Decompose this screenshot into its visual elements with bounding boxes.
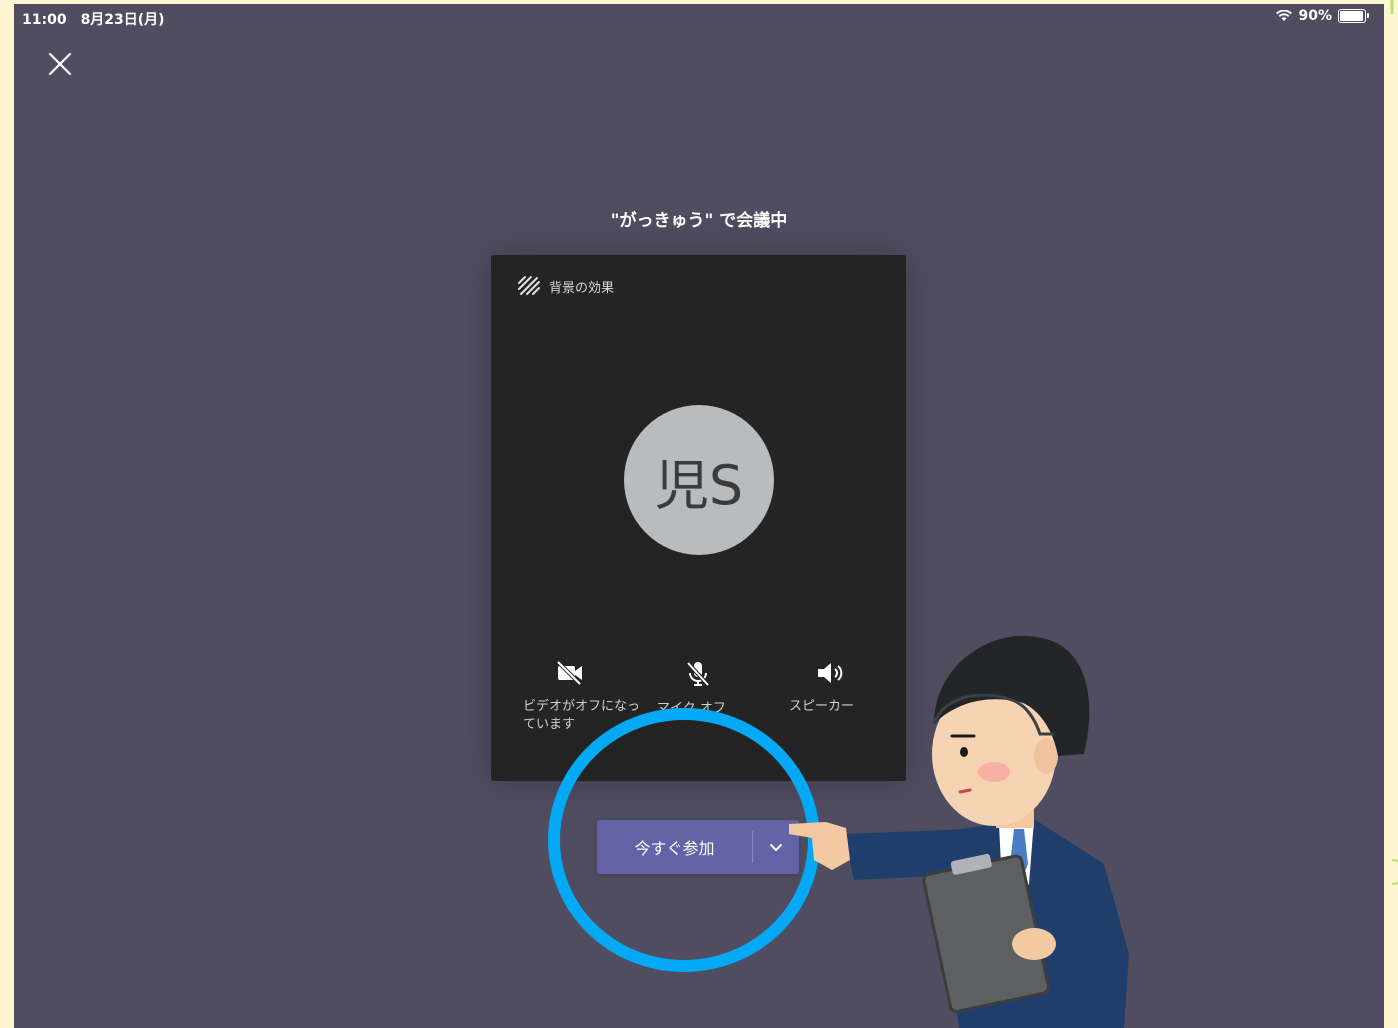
teams-screen: 11:00 8月23日(月) 90% "がっきゅう" で会議中 背景の効果 児S… [14, 4, 1384, 1028]
background-effects-button[interactable]: 背景の効果 [517, 275, 614, 297]
close-icon [48, 52, 72, 76]
decorative-lines [1390, 0, 1398, 885]
battery-percent: 90% [1298, 8, 1332, 24]
background-effects-label: 背景の効果 [549, 280, 615, 296]
video-off-icon [556, 660, 582, 686]
battery-fill [1340, 11, 1364, 21]
avatar: 児S [624, 405, 774, 555]
meeting-title: "がっきゅう" で会議中 [610, 211, 788, 231]
businessman-illustration [789, 635, 1129, 1028]
wifi-icon [1276, 10, 1293, 21]
status-bar: 11:00 8月23日(月) 90% [14, 4, 1384, 30]
background-effects-icon [518, 276, 540, 295]
status-time: 11:00 8月23日(月) [22, 12, 165, 28]
battery-icon [1338, 9, 1369, 23]
mic-off-icon [686, 661, 710, 687]
status-right: 90% [1276, 8, 1369, 24]
close-button[interactable] [44, 48, 76, 80]
